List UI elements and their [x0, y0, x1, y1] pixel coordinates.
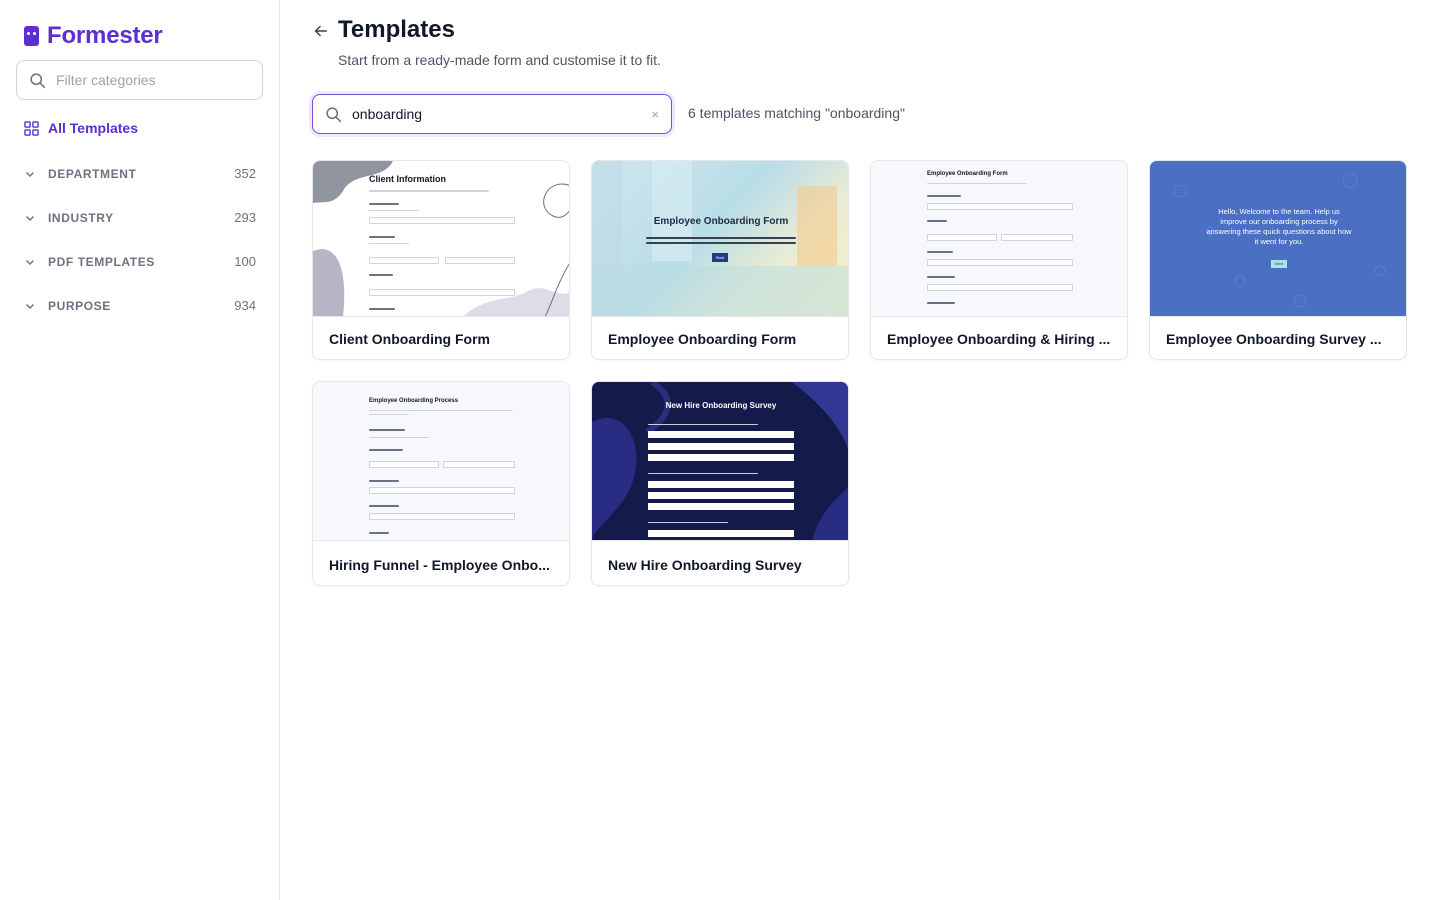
template-card-hiring-funnel[interactable]: Employee Onboarding Process Hiring Funne… — [312, 381, 570, 586]
back-arrow-icon[interactable] — [312, 22, 330, 40]
category-count: 934 — [234, 298, 256, 313]
template-card-employee-onboarding-hiring[interactable]: Employee Onboarding Form Employee Onboar… — [870, 160, 1128, 360]
sidebar: Formester All Templates DEPARTMENT 352 I… — [0, 0, 280, 900]
formester-logo-icon — [24, 26, 39, 46]
template-card-new-hire-survey[interactable]: New Hire Onboarding Survey New Hire Onbo… — [591, 381, 849, 586]
template-name: Employee Onboarding Survey ... — [1166, 331, 1382, 347]
chevron-down-icon — [24, 168, 40, 180]
template-name: New Hire Onboarding Survey — [608, 557, 802, 573]
sidebar-item-all-templates[interactable]: All Templates — [24, 120, 138, 136]
template-thumbnail: Employee Onboarding Process — [313, 382, 569, 541]
logo[interactable]: Formester — [24, 22, 163, 50]
chevron-down-icon — [24, 256, 40, 268]
sidebar-category-industry[interactable]: INDUSTRY 293 — [24, 210, 256, 225]
thumbnail-title: Client Information — [369, 174, 446, 184]
category-count: 352 — [234, 166, 256, 181]
chevron-down-icon — [24, 212, 40, 224]
category-label: PURPOSE — [48, 298, 111, 313]
grid-icon — [24, 120, 39, 136]
results-count: 6 templates matching "onboarding" — [688, 105, 905, 121]
category-count: 100 — [234, 254, 256, 269]
app-name: Formester — [47, 22, 163, 49]
template-thumbnail: Employee Onboarding Form Start — [592, 161, 848, 317]
thumbnail-title: Hello, Welcome to the team. Help us impr… — [1206, 207, 1352, 246]
template-search-input[interactable] — [352, 106, 652, 122]
thumbnail-title: New Hire Onboarding Survey — [665, 401, 777, 410]
clear-search-icon[interactable]: × — [651, 107, 659, 122]
search-icon — [326, 106, 342, 122]
filter-categories-field[interactable] — [16, 60, 263, 100]
template-name: Employee Onboarding & Hiring ... — [887, 331, 1111, 347]
template-thumbnail: Hello, Welcome to the team. Help us impr… — [1150, 161, 1406, 317]
template-search-field[interactable]: × — [312, 94, 672, 134]
thumbnail-start-button: Start — [712, 253, 728, 262]
sidebar-category-department[interactable]: DEPARTMENT 352 — [24, 166, 256, 181]
sidebar-category-pdf-templates[interactable]: PDF TEMPLATES 100 — [24, 254, 256, 269]
template-thumbnail: New Hire Onboarding Survey — [592, 382, 848, 541]
template-card-employee-onboarding-survey[interactable]: Hello, Welcome to the team. Help us impr… — [1149, 160, 1407, 360]
category-label: PDF TEMPLATES — [48, 254, 155, 269]
office-background-icon — [592, 161, 848, 316]
search-icon — [30, 72, 46, 88]
template-name: Employee Onboarding Form — [608, 331, 797, 347]
category-label: DEPARTMENT — [48, 166, 137, 181]
sidebar-item-label: All Templates — [48, 120, 138, 136]
thumbnail-title: Employee Onboarding Form — [927, 171, 1008, 177]
category-count: 293 — [234, 210, 256, 225]
category-label: INDUSTRY — [48, 210, 114, 225]
chevron-down-icon — [24, 300, 40, 312]
sidebar-category-purpose[interactable]: PURPOSE 934 — [24, 298, 256, 313]
template-card-client-onboarding[interactable]: Client Information Client Onboarding For… — [312, 160, 570, 360]
template-thumbnail: Employee Onboarding Form — [871, 161, 1127, 317]
thumbnail-title: Employee Onboarding Form — [653, 216, 789, 227]
template-card-employee-onboarding[interactable]: Employee Onboarding Form Start Employee … — [591, 160, 849, 360]
template-thumbnail: Client Information — [313, 161, 569, 317]
filter-categories-input[interactable] — [56, 72, 246, 88]
template-name: Hiring Funnel - Employee Onbo... — [329, 557, 550, 573]
thumbnail-next-button: Next — [1271, 260, 1287, 268]
template-name: Client Onboarding Form — [329, 331, 490, 347]
page-subtitle: Start from a ready-made form and customi… — [338, 52, 661, 68]
thumbnail-title: Employee Onboarding Process — [369, 398, 459, 404]
page-title: Templates — [338, 16, 455, 43]
